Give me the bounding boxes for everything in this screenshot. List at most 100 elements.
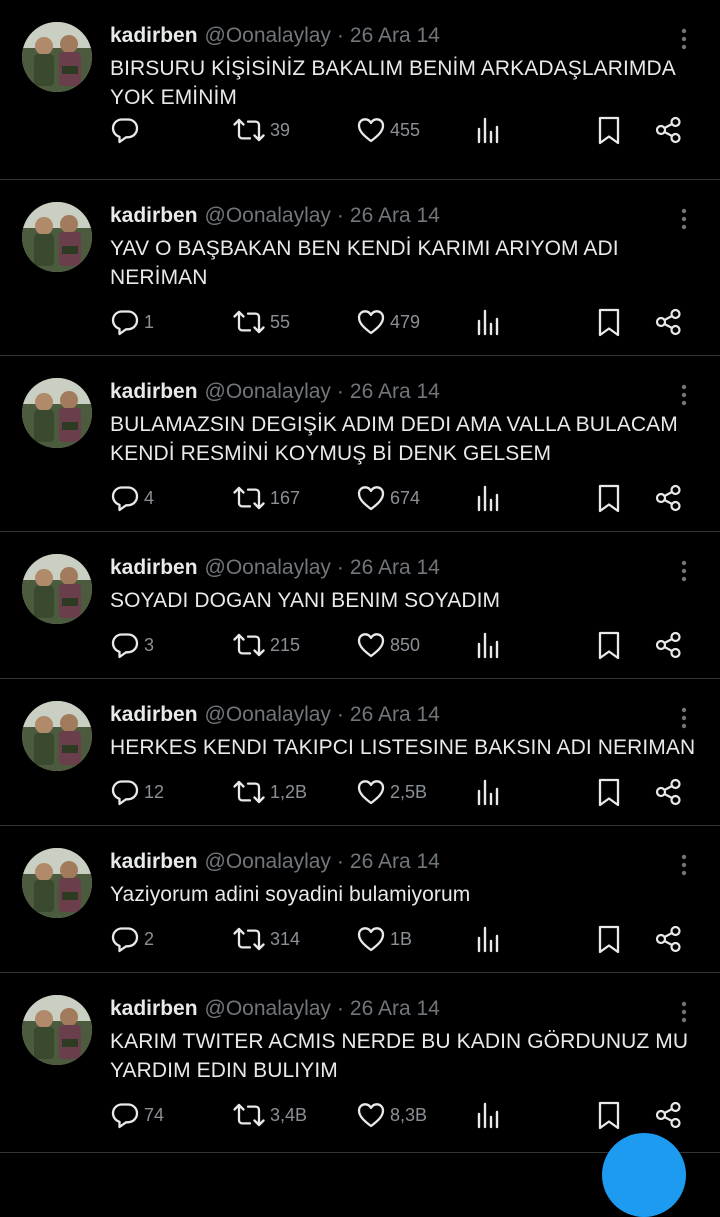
retweet-button[interactable]: 55 (232, 306, 290, 338)
timestamp[interactable]: 26 Ara 14 (350, 848, 440, 876)
timestamp[interactable]: 26 Ara 14 (350, 554, 440, 582)
bookmark-button[interactable] (596, 306, 622, 338)
bookmark-button[interactable] (596, 629, 622, 661)
avatar[interactable] (22, 378, 92, 448)
tweet[interactable]: kadirben @Oonalaylay · 26 Ara 14 Yaziyor… (0, 826, 720, 973)
tweet[interactable]: kadirben @Oonalaylay · 26 Ara 14 BIRSURU… (0, 0, 720, 180)
tweet[interactable]: kadirben @Oonalaylay · 26 Ara 14 BULAMAZ… (0, 356, 720, 532)
retweet-button[interactable]: 39 (232, 114, 290, 146)
more-vertical-icon[interactable] (674, 382, 694, 408)
display-name[interactable]: kadirben (110, 701, 198, 729)
views-button[interactable] (474, 114, 502, 146)
share-button[interactable] (654, 114, 684, 146)
retweet-count: 1,2B (270, 781, 308, 802)
separator: · (336, 703, 344, 726)
like-button[interactable]: 674 (356, 482, 420, 514)
like-button[interactable]: 850 (356, 629, 420, 661)
tweet-header: kadirben @Oonalaylay · 26 Ara 14 (110, 701, 440, 729)
bookmark-button[interactable] (596, 776, 622, 808)
tweet-text: HERKES KENDI TAKIPCI LISTESINE BAKSIN AD… (110, 736, 696, 759)
tweet-actions: 3 215 850 (110, 629, 700, 661)
views-button[interactable] (474, 923, 502, 955)
reply-count: 3 (144, 634, 155, 655)
views-button[interactable] (474, 1099, 502, 1131)
tweet-text: Yaziyorum adini soyadini bulamiyorum (110, 883, 471, 906)
avatar[interactable] (22, 995, 92, 1065)
more-vertical-icon[interactable] (674, 705, 694, 731)
bookmark-button[interactable] (596, 114, 622, 146)
timestamp[interactable]: 26 Ara 14 (350, 22, 440, 50)
views-button[interactable] (474, 482, 502, 514)
reply-count: 4 (144, 487, 155, 508)
display-name[interactable]: kadirben (110, 995, 198, 1023)
retweet-button[interactable]: 215 (232, 629, 300, 661)
tweet-text: YAV O BAŞBAKAN BEN KENDİ KARIMI ARIYOM A… (110, 237, 619, 289)
retweet-button[interactable]: 1,2B (232, 776, 307, 808)
bookmark-button[interactable] (596, 923, 622, 955)
user-handle[interactable]: @Oonalaylay (205, 995, 331, 1023)
display-name[interactable]: kadirben (110, 22, 198, 50)
more-vertical-icon[interactable] (674, 26, 694, 52)
reply-button[interactable]: 12 (110, 776, 164, 808)
tweet[interactable]: kadirben @Oonalaylay · 26 Ara 14 SOYADI … (0, 532, 720, 679)
share-button[interactable] (654, 923, 684, 955)
avatar[interactable] (22, 848, 92, 918)
avatar[interactable] (22, 701, 92, 771)
avatar[interactable] (22, 202, 92, 272)
like-button[interactable]: 1B (356, 923, 412, 955)
timestamp[interactable]: 26 Ara 14 (350, 701, 440, 729)
views-button[interactable] (474, 629, 502, 661)
user-handle[interactable]: @Oonalaylay (205, 554, 331, 582)
retweet-button[interactable]: 3,4B (232, 1099, 307, 1131)
tweet-header: kadirben @Oonalaylay · 26 Ara 14 (110, 378, 440, 406)
share-button[interactable] (654, 306, 684, 338)
views-button[interactable] (474, 306, 502, 338)
bookmark-icon (596, 630, 622, 660)
tweet[interactable]: kadirben @Oonalaylay · 26 Ara 14 KARIM T… (0, 973, 720, 1153)
reply-button[interactable]: 1 (110, 306, 154, 338)
more-vertical-icon[interactable] (674, 206, 694, 232)
reply-button[interactable]: 2 (110, 923, 154, 955)
timestamp[interactable]: 26 Ara 14 (350, 378, 440, 406)
timestamp[interactable]: 26 Ara 14 (350, 202, 440, 230)
like-button[interactable]: 8,3B (356, 1099, 427, 1131)
share-button[interactable] (654, 776, 684, 808)
retweet-button[interactable]: 167 (232, 482, 300, 514)
retweet-button[interactable]: 314 (232, 923, 300, 955)
views-button[interactable] (474, 776, 502, 808)
share-icon (654, 630, 684, 660)
display-name[interactable]: kadirben (110, 378, 198, 406)
user-handle[interactable]: @Oonalaylay (205, 701, 331, 729)
timestamp[interactable]: 26 Ara 14 (350, 995, 440, 1023)
display-name[interactable]: kadirben (110, 554, 198, 582)
compose-button[interactable] (602, 1133, 686, 1217)
like-button[interactable]: 479 (356, 306, 420, 338)
share-button[interactable] (654, 1099, 684, 1131)
reply-button[interactable]: 4 (110, 482, 154, 514)
reply-count: 74 (144, 1104, 165, 1125)
user-handle[interactable]: @Oonalaylay (205, 22, 331, 50)
user-handle[interactable]: @Oonalaylay (205, 848, 331, 876)
share-button[interactable] (654, 482, 684, 514)
avatar[interactable] (22, 554, 92, 624)
user-handle[interactable]: @Oonalaylay (205, 378, 331, 406)
user-handle[interactable]: @Oonalaylay (205, 202, 331, 230)
more-vertical-icon[interactable] (674, 852, 694, 878)
tweet[interactable]: kadirben @Oonalaylay · 26 Ara 14 HERKES … (0, 679, 720, 826)
display-name[interactable]: kadirben (110, 848, 198, 876)
display-name[interactable]: kadirben (110, 202, 198, 230)
reply-count: 12 (144, 781, 165, 802)
more-vertical-icon[interactable] (674, 558, 694, 584)
avatar[interactable] (22, 22, 92, 92)
like-button[interactable]: 2,5B (356, 776, 427, 808)
bookmark-button[interactable] (596, 482, 622, 514)
share-button[interactable] (654, 629, 684, 661)
reply-button[interactable]: 3 (110, 629, 154, 661)
like-button[interactable]: 455 (356, 114, 420, 146)
tweet[interactable]: kadirben @Oonalaylay · 26 Ara 14 YAV O B… (0, 180, 720, 356)
analytics-icon (474, 777, 502, 807)
reply-button[interactable] (110, 114, 144, 146)
bookmark-button[interactable] (596, 1099, 622, 1131)
reply-button[interactable]: 74 (110, 1099, 164, 1131)
more-vertical-icon[interactable] (674, 999, 694, 1025)
